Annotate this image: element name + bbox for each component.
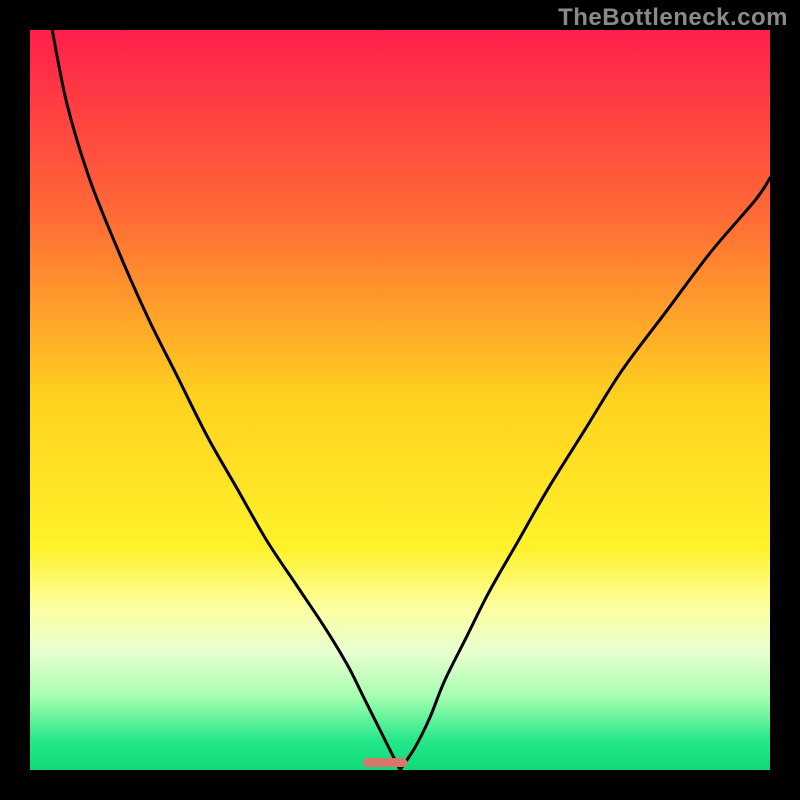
plot-background [30, 30, 770, 770]
chart-frame: TheBottleneck.com [0, 0, 800, 800]
chart-svg [0, 0, 800, 800]
watermark-text: TheBottleneck.com [558, 4, 788, 32]
minimum-marker [363, 758, 407, 767]
